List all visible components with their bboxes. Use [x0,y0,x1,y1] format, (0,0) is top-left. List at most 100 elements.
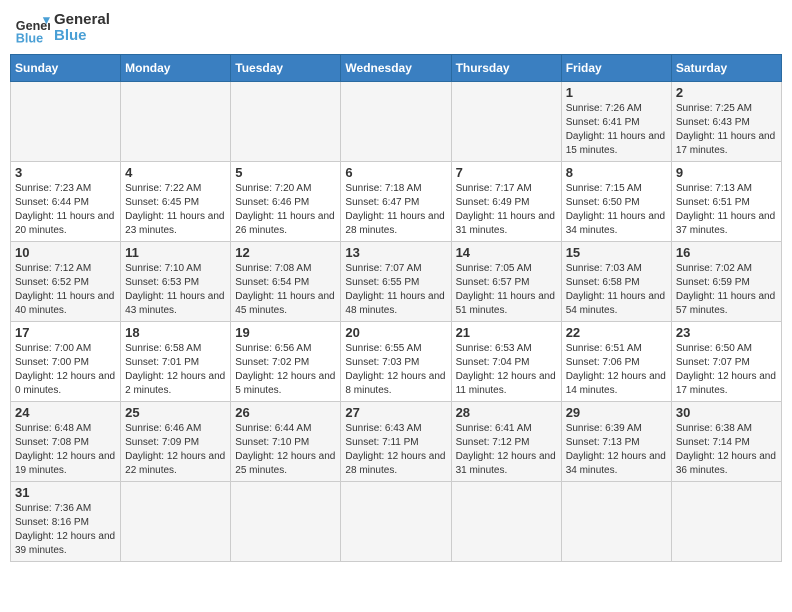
day-info: Sunrise: 7:12 AM Sunset: 6:52 PM Dayligh… [15,262,116,318]
day-info: Sunrise: 6:58 AM Sunset: 7:01 PM Dayligh… [125,342,226,398]
calendar-cell: 13 Sunrise: 7:07 AM Sunset: 6:55 PM Dayli… [341,242,451,322]
calendar-cell [451,482,561,562]
day-number: 11 [125,245,226,260]
day-info: Sunrise: 7:20 AM Sunset: 6:46 PM Dayligh… [235,182,336,238]
day-info: Sunrise: 6:51 AM Sunset: 7:06 PM Dayligh… [566,342,667,398]
day-number: 6 [345,165,446,180]
day-header-wednesday: Wednesday [341,55,451,82]
day-info: Sunrise: 6:48 AM Sunset: 7:08 PM Dayligh… [15,422,116,478]
calendar-week-2: 3 Sunrise: 7:23 AM Sunset: 6:44 PM Daylig… [11,162,782,242]
day-header-friday: Friday [561,55,671,82]
day-info: Sunrise: 6:39 AM Sunset: 7:13 PM Dayligh… [566,422,667,478]
svg-text:Blue: Blue [16,31,43,45]
day-number: 30 [676,405,777,420]
day-info: Sunrise: 6:41 AM Sunset: 7:12 PM Dayligh… [456,422,557,478]
day-number: 22 [566,325,667,340]
day-number: 24 [15,405,116,420]
calendar-cell: 20Sunrise: 6:55 AM Sunset: 7:03 PM Dayli… [341,322,451,402]
day-info: Sunrise: 6:50 AM Sunset: 7:07 PM Dayligh… [676,342,777,398]
day-info: Sunrise: 6:56 AM Sunset: 7:02 PM Dayligh… [235,342,336,398]
day-info: Sunrise: 7:03 AM Sunset: 6:58 PM Dayligh… [566,262,667,318]
calendar-cell: 24 Sunrise: 6:48 AM Sunset: 7:08 PM Dayli… [11,402,121,482]
day-info: Sunrise: 7:23 AM Sunset: 6:44 PM Dayligh… [15,182,116,238]
calendar-cell: 29 Sunrise: 6:39 AM Sunset: 7:13 PM Dayli… [561,402,671,482]
calendar-cell: 30 Sunrise: 6:38 AM Sunset: 7:14 PM Dayli… [671,402,781,482]
calendar-cell [231,482,341,562]
calendar-week-6: 31 Sunrise: 7:36 AM Sunset: 8:16 PM Dayli… [11,482,782,562]
calendar-cell: 25 Sunrise: 6:46 AM Sunset: 7:09 PM Dayli… [121,402,231,482]
day-number: 18 [125,325,226,340]
day-number: 12 [235,245,336,260]
day-info: Sunrise: 7:07 AM Sunset: 6:55 PM Dayligh… [345,262,446,318]
calendar-cell [341,482,451,562]
calendar-cell: 18 Sunrise: 6:58 AM Sunset: 7:01 PM Dayli… [121,322,231,402]
calendar-cell: 2 Sunrise: 7:25 AM Sunset: 6:43 PM Daylig… [671,82,781,162]
calendar-week-3: 10 Sunrise: 7:12 AM Sunset: 6:52 PM Dayli… [11,242,782,322]
day-number: 25 [125,405,226,420]
day-info: Sunrise: 7:26 AM Sunset: 6:41 PM Dayligh… [566,102,667,158]
day-info: Sunrise: 6:38 AM Sunset: 7:14 PM Dayligh… [676,422,777,478]
calendar-cell: 26 Sunrise: 6:44 AM Sunset: 7:10 PM Dayli… [231,402,341,482]
day-number: 8 [566,165,667,180]
calendar-cell: 14 Sunrise: 7:05 AM Sunset: 6:57 PM Dayli… [451,242,561,322]
calendar-week-5: 24 Sunrise: 6:48 AM Sunset: 7:08 PM Dayli… [11,402,782,482]
day-number: 14 [456,245,557,260]
calendar-cell [121,82,231,162]
day-header-thursday: Thursday [451,55,561,82]
day-number: 17 [15,325,116,340]
day-info: Sunrise: 6:46 AM Sunset: 7:09 PM Dayligh… [125,422,226,478]
calendar-cell: 7Sunrise: 7:17 AM Sunset: 6:49 PM Daylig… [451,162,561,242]
day-number: 20 [345,325,446,340]
day-number: 9 [676,165,777,180]
day-number: 26 [235,405,336,420]
day-header-sunday: Sunday [11,55,121,82]
day-info: Sunrise: 7:36 AM Sunset: 8:16 PM Dayligh… [15,502,116,558]
calendar-cell: 12Sunrise: 7:08 AM Sunset: 6:54 PM Dayli… [231,242,341,322]
calendar-cell: 6Sunrise: 7:18 AM Sunset: 6:47 PM Daylig… [341,162,451,242]
day-info: Sunrise: 6:44 AM Sunset: 7:10 PM Dayligh… [235,422,336,478]
calendar-cell: 1 Sunrise: 7:26 AM Sunset: 6:41 PM Daylig… [561,82,671,162]
day-info: Sunrise: 7:13 AM Sunset: 6:51 PM Dayligh… [676,182,777,238]
calendar-week-4: 17Sunrise: 7:00 AM Sunset: 7:00 PM Dayli… [11,322,782,402]
calendar-cell: 28 Sunrise: 6:41 AM Sunset: 7:12 PM Dayli… [451,402,561,482]
calendar-cell: 8Sunrise: 7:15 AM Sunset: 6:50 PM Daylig… [561,162,671,242]
calendar-cell: 16Sunrise: 7:02 AM Sunset: 6:59 PM Dayli… [671,242,781,322]
calendar-cell: 23Sunrise: 6:50 AM Sunset: 7:07 PM Dayli… [671,322,781,402]
day-header-saturday: Saturday [671,55,781,82]
day-number: 4 [125,165,226,180]
day-info: Sunrise: 7:10 AM Sunset: 6:53 PM Dayligh… [125,262,226,318]
calendar-cell [341,82,451,162]
day-number: 28 [456,405,557,420]
day-info: Sunrise: 6:53 AM Sunset: 7:04 PM Dayligh… [456,342,557,398]
calendar-cell: 17Sunrise: 7:00 AM Sunset: 7:00 PM Dayli… [11,322,121,402]
calendar-week-1: 1 Sunrise: 7:26 AM Sunset: 6:41 PM Daylig… [11,82,782,162]
day-number: 16 [676,245,777,260]
calendar-cell [671,482,781,562]
day-header-monday: Monday [121,55,231,82]
day-number: 31 [15,485,116,500]
day-number: 10 [15,245,116,260]
calendar-cell: 31 Sunrise: 7:36 AM Sunset: 8:16 PM Dayli… [11,482,121,562]
day-info: Sunrise: 7:22 AM Sunset: 6:45 PM Dayligh… [125,182,226,238]
day-number: 2 [676,85,777,100]
day-number: 19 [235,325,336,340]
calendar-cell [11,82,121,162]
calendar-cell: 5Sunrise: 7:20 AM Sunset: 6:46 PM Daylig… [231,162,341,242]
day-number: 3 [15,165,116,180]
day-number: 13 [345,245,446,260]
calendar-cell: 10 Sunrise: 7:12 AM Sunset: 6:52 PM Dayli… [11,242,121,322]
page-header: General Blue General Blue [10,10,782,46]
calendar-cell [561,482,671,562]
calendar-cell: 27Sunrise: 6:43 AM Sunset: 7:11 PM Dayli… [341,402,451,482]
calendar-cell [451,82,561,162]
calendar-cell: 21Sunrise: 6:53 AM Sunset: 7:04 PM Dayli… [451,322,561,402]
calendar-table: SundayMondayTuesdayWednesdayThursdayFrid… [10,54,782,562]
day-info: Sunrise: 7:25 AM Sunset: 6:43 PM Dayligh… [676,102,777,158]
day-number: 29 [566,405,667,420]
day-number: 1 [566,85,667,100]
calendar-cell: 15Sunrise: 7:03 AM Sunset: 6:58 PM Dayli… [561,242,671,322]
day-info: Sunrise: 7:05 AM Sunset: 6:57 PM Dayligh… [456,262,557,318]
calendar-cell: 11 Sunrise: 7:10 AM Sunset: 6:53 PM Dayli… [121,242,231,322]
calendar-cell: 22 Sunrise: 6:51 AM Sunset: 7:06 PM Dayli… [561,322,671,402]
calendar-cell [231,82,341,162]
